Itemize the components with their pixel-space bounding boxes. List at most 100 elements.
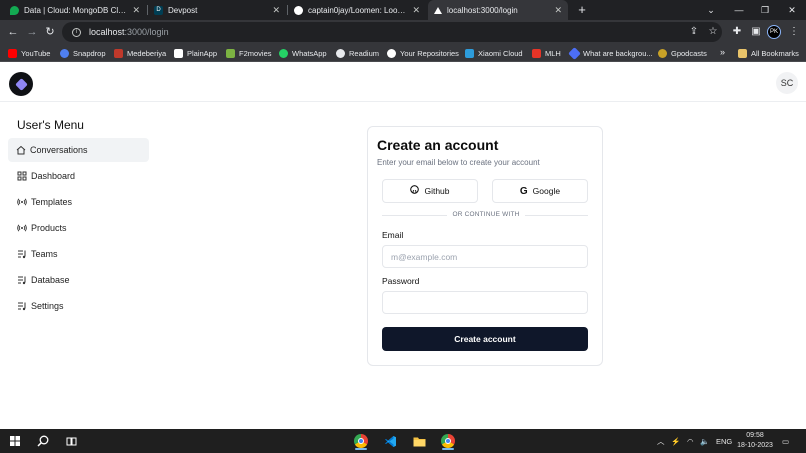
user-avatar[interactable]: SC (776, 72, 798, 94)
restore-button[interactable]: ❐ (752, 0, 778, 20)
extensions-puzzle-icon[interactable]: ✚ (729, 24, 745, 40)
github-icon (410, 185, 420, 197)
url-text: localhost:3000/login (89, 27, 169, 37)
bookmark-youtube[interactable]: YouTube (8, 44, 50, 62)
back-icon[interactable]: ← (5, 24, 21, 40)
side-panel-icon[interactable]: ▣ (748, 24, 764, 40)
menu-item-settings[interactable]: Settings (8, 294, 149, 318)
mlh-icon (532, 48, 541, 58)
volume-icon[interactable]: 🔈 (700, 429, 709, 453)
broadcast-icon (17, 197, 27, 207)
vscode-icon[interactable] (381, 432, 399, 450)
taskbar-clock[interactable]: 09:58 18-10-2023 (737, 431, 773, 451)
browser-tab-github[interactable]: captain0jay/Loomen: Loomen is ✕ (288, 0, 426, 20)
card-subtitle: Enter your email below to create your ac… (377, 158, 540, 167)
github-signin-button[interactable]: Github (382, 179, 478, 203)
bookmark-label: Xiaomi Cloud (478, 48, 523, 58)
app-logo[interactable] (9, 72, 33, 96)
show-hidden-icons-chevron-icon[interactable]: ︿ (657, 429, 665, 453)
bookmark-plainapp[interactable]: PlainApp (174, 44, 217, 62)
menu-item-label: Conversations (30, 145, 88, 155)
bookmark-label: Gpodcasts (671, 48, 707, 58)
more-bookmarks-chevron-icon[interactable]: » (720, 47, 725, 57)
email-field[interactable] (382, 245, 588, 268)
devpost-icon: D (154, 5, 163, 15)
profile-avatar[interactable]: PK (767, 25, 781, 39)
password-field[interactable] (382, 291, 588, 314)
app-header: SC (0, 63, 806, 102)
chrome-icon[interactable] (439, 432, 457, 450)
bookmark-your-repositories[interactable]: Your Repositories (387, 44, 459, 62)
bookmark-readium[interactable]: Readium (336, 44, 379, 62)
github-icon (387, 48, 396, 58)
bookmark-label: Medeberiya (127, 48, 167, 58)
file-explorer-icon[interactable] (410, 432, 428, 450)
reload-icon[interactable]: ↻ (42, 24, 58, 40)
google-icon: G (519, 185, 528, 197)
logo-gem-icon (14, 77, 28, 91)
address-bar[interactable]: i localhost:3000/login (62, 22, 722, 42)
menu-item-label: Dashboard (31, 171, 76, 181)
chrome-menu-icon[interactable]: ⋮ (786, 24, 802, 40)
site-info-icon[interactable]: i (72, 27, 81, 37)
bookmark-star-icon[interactable]: ☆ (705, 24, 721, 40)
search-icon[interactable] (34, 432, 52, 450)
divider-text: OR CONTINUE WITH (447, 211, 525, 218)
close-window-button[interactable]: ✕ (779, 0, 805, 20)
bookmark-snapdrop[interactable]: Snapdrop (60, 44, 106, 62)
battery-plug-icon[interactable]: ⚡ (671, 429, 680, 453)
windows-start-icon[interactable] (6, 432, 24, 450)
mongodb-leaf-icon (10, 5, 19, 15)
menu-title: User's Menu (17, 118, 84, 132)
github-label: Github (424, 186, 450, 196)
new-tab-button[interactable]: + (574, 2, 590, 17)
language-indicator[interactable]: ENG (716, 429, 732, 453)
task-view-icon[interactable] (62, 432, 80, 450)
menu-item-teams[interactable]: Teams (8, 242, 149, 266)
minimize-button[interactable]: — (726, 0, 752, 20)
bookmark-whatsapp[interactable]: WhatsApp (279, 44, 327, 62)
xiaomi-cloud-icon (465, 48, 474, 58)
browser-tab-devpost[interactable]: D Devpost ✕ (148, 0, 286, 20)
all-bookmarks-folder[interactable]: All Bookmarks (738, 44, 799, 62)
bookmark-label: WhatsApp (292, 48, 327, 58)
browser-tab-mongodb[interactable]: Data | Cloud: MongoDB Cloud ✕ (4, 0, 146, 20)
wifi-icon[interactable]: ◠ (687, 429, 694, 453)
share-icon[interactable]: ⇪ (686, 24, 702, 40)
folder-icon (738, 48, 747, 58)
close-tab-icon[interactable]: ✕ (412, 5, 420, 16)
google-signin-button[interactable]: G Google (492, 179, 588, 203)
notifications-icon[interactable]: ▭ (782, 429, 789, 453)
menu-item-database[interactable]: Database (8, 268, 149, 292)
bookmark-label: Readium (349, 48, 380, 58)
bookmark-xiaomi-cloud[interactable]: Xiaomi Cloud (465, 44, 523, 62)
bookmark-label: F2movies (239, 48, 272, 58)
clock-time: 09:58 (746, 432, 764, 439)
bookmark-mlh[interactable]: MLH (532, 44, 561, 62)
tab-title: Devpost (168, 5, 198, 15)
create-account-card: Create an account Enter your email below… (367, 126, 603, 366)
menu-item-dashboard[interactable]: Dashboard (8, 164, 149, 188)
bookmark-medeberiya[interactable]: Medeberiya (114, 44, 166, 62)
snapdrop-icon (60, 48, 69, 58)
menu-item-templates[interactable]: Templates (8, 190, 149, 214)
tab-title: captain0jay/Loomen: Loomen is (308, 5, 409, 15)
clock-date: 18-10-2023 (737, 442, 773, 449)
menu-item-conversations[interactable]: Conversations (8, 138, 149, 162)
browser-tab-localhost[interactable]: localhost:3000/login ✕ (428, 0, 568, 20)
bookmark-label: MLH (545, 48, 561, 58)
menu-item-products[interactable]: Products (8, 216, 149, 240)
tab-search-icon[interactable]: ⌄ (698, 0, 724, 20)
bookmark-what-are-background[interactable]: What are backgrou... (568, 44, 653, 62)
readium-icon (336, 48, 345, 58)
close-tab-icon[interactable]: ✕ (272, 5, 280, 16)
forward-icon[interactable]: → (24, 24, 40, 40)
bookmark-gpodcasts[interactable]: Gpodcasts (658, 44, 707, 62)
close-tab-icon[interactable]: ✕ (132, 5, 140, 16)
create-account-button[interactable]: Create account (382, 327, 588, 351)
close-tab-icon[interactable]: ✕ (554, 5, 562, 16)
bookmarks-bar: YouTube Snapdrop Medeberiya PlainApp F2m… (0, 44, 806, 62)
bookmark-label: YouTube (21, 48, 51, 58)
bookmark-f2movies[interactable]: F2movies (226, 44, 272, 62)
chrome-icon[interactable] (352, 432, 370, 450)
